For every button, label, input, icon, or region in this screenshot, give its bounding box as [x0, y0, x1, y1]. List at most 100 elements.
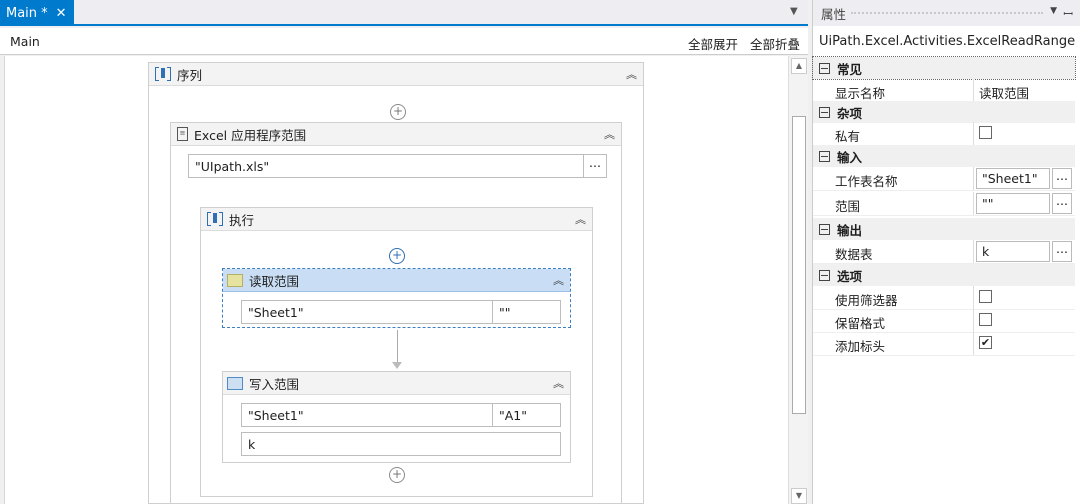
scroll-down-icon[interactable]: ▼ [791, 488, 807, 504]
category-label: 输入 [837, 149, 863, 165]
execute-title: 执行 [229, 212, 255, 228]
add-activity-icon[interactable]: + [389, 248, 405, 264]
divider [973, 122, 974, 145]
excel-icon: ≡ [177, 127, 188, 141]
collapse-box-icon[interactable] [819, 106, 830, 118]
add-activity-icon[interactable]: + [389, 467, 405, 483]
chevron-down-icon[interactable]: ▼ [790, 6, 798, 17]
execute-header[interactable]: 执行 ︽ [201, 208, 592, 231]
property-row-use-filter[interactable]: 使用筛选器 [813, 286, 1075, 310]
collapse-icon[interactable]: ︽ [575, 211, 586, 227]
sheet-name-ellipsis-button[interactable]: ... [1052, 168, 1072, 189]
property-name: 数据表 [835, 247, 873, 262]
property-name: 私有 [835, 129, 861, 144]
excel-scope-title: Excel 应用程序范围 [194, 127, 307, 143]
datatable-ellipsis-button[interactable]: ... [1052, 241, 1072, 262]
sequence-title: 序列 [177, 67, 203, 83]
property-name: 工作表名称 [835, 174, 898, 189]
sequence-icon [155, 67, 171, 81]
property-row-private[interactable]: 私有 [813, 122, 1075, 146]
property-row-datatable[interactable]: 数据表 k ... [813, 240, 1075, 264]
range-input[interactable]: "" [492, 300, 561, 324]
browse-button[interactable]: ... [583, 154, 607, 178]
properties-panel: 属性 ▼ ꟷ UiPath.Excel.Activities.ExcelRead… [812, 0, 1080, 504]
collapse-box-icon[interactable] [819, 150, 830, 162]
preserve-format-checkbox[interactable] [979, 313, 992, 326]
scroll-up-icon[interactable]: ▲ [791, 58, 807, 74]
read-range-header[interactable]: 读取范围 ︽ [223, 269, 570, 292]
range-field[interactable]: "" [976, 193, 1050, 214]
breadcrumb[interactable]: Main [10, 34, 40, 49]
divider [973, 332, 974, 355]
property-name: 显示名称 [835, 86, 886, 101]
write-range-title: 写入范围 [249, 376, 300, 392]
property-name: 范围 [835, 199, 861, 214]
collapse-icon[interactable]: ︽ [553, 375, 564, 391]
designer-header: Main 全部展开 全部折叠 [0, 28, 808, 55]
read-range-icon [227, 273, 243, 287]
property-row-sheet-name[interactable]: 工作表名称 "Sheet1" ... [813, 167, 1075, 191]
category-label: 选项 [837, 268, 863, 284]
properties-title: 属性 [821, 6, 847, 22]
close-icon[interactable]: ✕ [56, 6, 67, 21]
divider [973, 167, 974, 190]
arrow-down-icon [392, 362, 402, 369]
collapse-box-icon[interactable] [819, 62, 830, 74]
range-ellipsis-button[interactable]: ... [1052, 193, 1072, 214]
property-name: 添加标头 [835, 339, 886, 354]
category-common[interactable]: 常见 [812, 56, 1076, 80]
add-headers-checkbox[interactable]: ✔ [979, 336, 992, 349]
datatable-input[interactable]: k [241, 432, 561, 456]
excel-scope-header[interactable]: ≡ Excel 应用程序范围 ︽ [171, 123, 621, 146]
sheet-name-input[interactable]: "Sheet1" [241, 403, 496, 427]
properties-header: 属性 ▼ ꟷ [813, 0, 1080, 26]
private-checkbox[interactable] [979, 126, 992, 139]
property-name: 保留格式 [835, 316, 886, 331]
collapse-icon[interactable]: ︽ [626, 66, 637, 82]
collapse-icon[interactable]: ︽ [604, 126, 615, 142]
category-options[interactable]: 选项 [813, 264, 1075, 286]
collapse-box-icon[interactable] [819, 223, 830, 235]
start-cell-input[interactable]: "A1" [492, 403, 561, 427]
document-tab-bar: Main * ✕ ▼ [0, 0, 808, 26]
category-output[interactable]: 输出 [813, 218, 1075, 240]
read-range-activity[interactable]: 读取范围 ︽ "Sheet1" "" [222, 268, 571, 328]
collapse-all-button[interactable]: 全部折叠 [750, 34, 800, 53]
add-activity-icon[interactable]: + [390, 104, 406, 120]
divider [973, 79, 974, 102]
chevron-down-icon[interactable]: ▼ [1050, 6, 1057, 16]
display-name-value[interactable]: 读取范围 [979, 83, 1029, 102]
expand-all-button[interactable]: 全部展开 [688, 34, 738, 53]
datatable-field[interactable]: k [976, 241, 1050, 262]
property-row-range[interactable]: 范围 "" ... [813, 192, 1075, 216]
sequence-header[interactable]: 序列 ︽ [149, 63, 643, 86]
divider [973, 309, 974, 332]
workbook-path-input[interactable]: "UIpath.xls" [188, 154, 588, 178]
scrollbar-thumb[interactable] [792, 116, 806, 414]
write-range-header[interactable]: 写入范围 ︽ [223, 372, 570, 395]
sheet-name-input[interactable]: "Sheet1" [241, 300, 496, 324]
property-name: 使用筛选器 [835, 293, 898, 308]
vertical-scrollbar[interactable]: ▲ ▼ [788, 56, 808, 504]
pin-icon[interactable]: ꟷ [1063, 5, 1073, 22]
drag-grip[interactable] [851, 12, 1043, 18]
category-label: 杂项 [837, 105, 863, 121]
category-label: 常见 [837, 61, 863, 77]
collapse-box-icon[interactable] [819, 269, 830, 281]
read-range-title: 读取范围 [249, 273, 300, 289]
sequence-icon [207, 212, 223, 226]
property-row-display-name[interactable]: 显示名称 读取范围 [813, 79, 1075, 103]
category-input[interactable]: 输入 [813, 145, 1075, 167]
category-misc[interactable]: 杂项 [813, 101, 1075, 123]
selected-class-name: UiPath.Excel.Activities.ExcelReadRange [813, 26, 1080, 56]
divider [973, 240, 974, 263]
divider [973, 192, 974, 215]
property-row-preserve-format[interactable]: 保留格式 [813, 309, 1075, 333]
collapse-icon[interactable]: ︽ [553, 272, 564, 288]
use-filter-checkbox[interactable] [979, 290, 992, 303]
tab-main[interactable]: Main * ✕ [0, 0, 74, 26]
sheet-name-field[interactable]: "Sheet1" [976, 168, 1050, 189]
connector-line [397, 330, 398, 364]
write-range-activity[interactable]: 写入范围 ︽ "Sheet1" "A1" k [222, 371, 571, 463]
property-row-add-headers[interactable]: 添加标头 ✔ [813, 332, 1075, 356]
